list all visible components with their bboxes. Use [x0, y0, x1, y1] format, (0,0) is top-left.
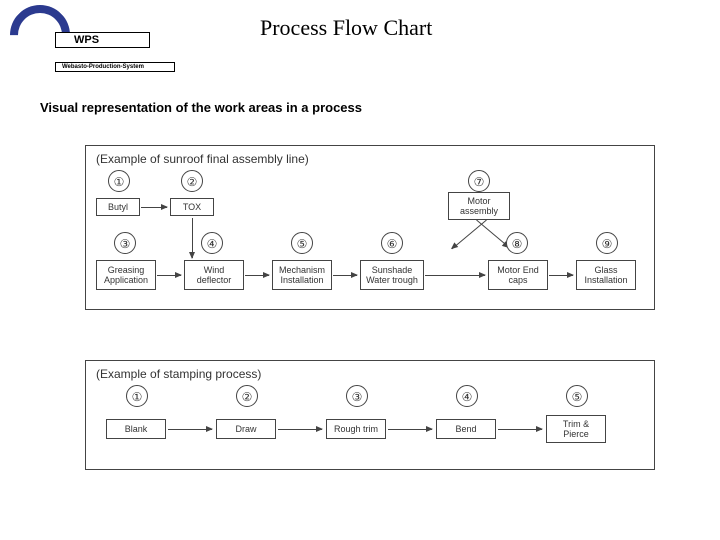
subtitle: Visual representation of the work areas …: [40, 100, 362, 115]
step-1-circle: ①: [126, 385, 148, 407]
box-rough: Rough trim: [326, 419, 386, 439]
box-glass: Glass Installation: [576, 260, 636, 290]
diagram2-caption: (Example of stamping process): [96, 367, 644, 381]
box-trim: Trim & Pierce: [546, 415, 606, 443]
diagram1-caption: (Example of sunroof final assembly line): [96, 152, 644, 166]
logo-abbr: WPS: [55, 32, 150, 48]
arrow-icon: [168, 429, 212, 430]
step-1-circle: ①: [108, 170, 130, 192]
arrow-icon: [157, 275, 181, 276]
box-sunshade: Sunshade Water trough: [360, 260, 424, 290]
arrow-icon: [333, 275, 357, 276]
step-6-circle: ⑥: [381, 232, 403, 254]
arrow-icon: [141, 207, 167, 208]
step-4-circle: ④: [201, 232, 223, 254]
arrow-icon: [425, 275, 485, 276]
step-3-circle: ③: [346, 385, 368, 407]
step-9-circle: ⑨: [596, 232, 618, 254]
box-motor-endcaps: Motor End caps: [488, 260, 548, 290]
header: WPS Webasto-Production-System Process Fl…: [0, 0, 720, 75]
arrow-icon: [452, 220, 487, 250]
step-4-circle: ④: [456, 385, 478, 407]
box-wind: Wind deflector: [184, 260, 244, 290]
arrow-icon: [245, 275, 269, 276]
step-2-circle: ②: [236, 385, 258, 407]
box-draw: Draw: [216, 419, 276, 439]
box-mechanism: Mechanism Installation: [272, 260, 332, 290]
step-2-circle: ②: [181, 170, 203, 192]
diagram1-flow: ① ② ⑦ Butyl TOX Motor assembly ③ ④ ⑤ ⑥ ⑧…: [96, 170, 644, 300]
step-5-circle: ⑤: [291, 232, 313, 254]
step-3-circle: ③: [114, 232, 136, 254]
box-motor-assembly: Motor assembly: [448, 192, 510, 220]
diagram2-flow: ① ② ③ ④ ⑤ Blank Draw Rough trim Bend Tri…: [96, 385, 644, 455]
box-butyl: Butyl: [96, 198, 140, 216]
box-greasing: Greasing Application: [96, 260, 156, 290]
step-7-circle: ⑦: [468, 170, 490, 192]
diagram-sunroof: (Example of sunroof final assembly line)…: [85, 145, 655, 310]
logo-full: Webasto-Production-System: [55, 62, 175, 72]
box-tox: TOX: [170, 198, 214, 216]
arrow-icon: [192, 218, 193, 258]
box-blank: Blank: [106, 419, 166, 439]
arrow-icon: [278, 429, 322, 430]
diagram-stamping: (Example of stamping process) ① ② ③ ④ ⑤ …: [85, 360, 655, 470]
arrow-icon: [388, 429, 432, 430]
arrow-icon: [498, 429, 542, 430]
step-5-circle: ⑤: [566, 385, 588, 407]
arrow-icon: [549, 275, 573, 276]
step-8-circle: ⑧: [506, 232, 528, 254]
page-title: Process Flow Chart: [260, 15, 432, 41]
box-bend: Bend: [436, 419, 496, 439]
